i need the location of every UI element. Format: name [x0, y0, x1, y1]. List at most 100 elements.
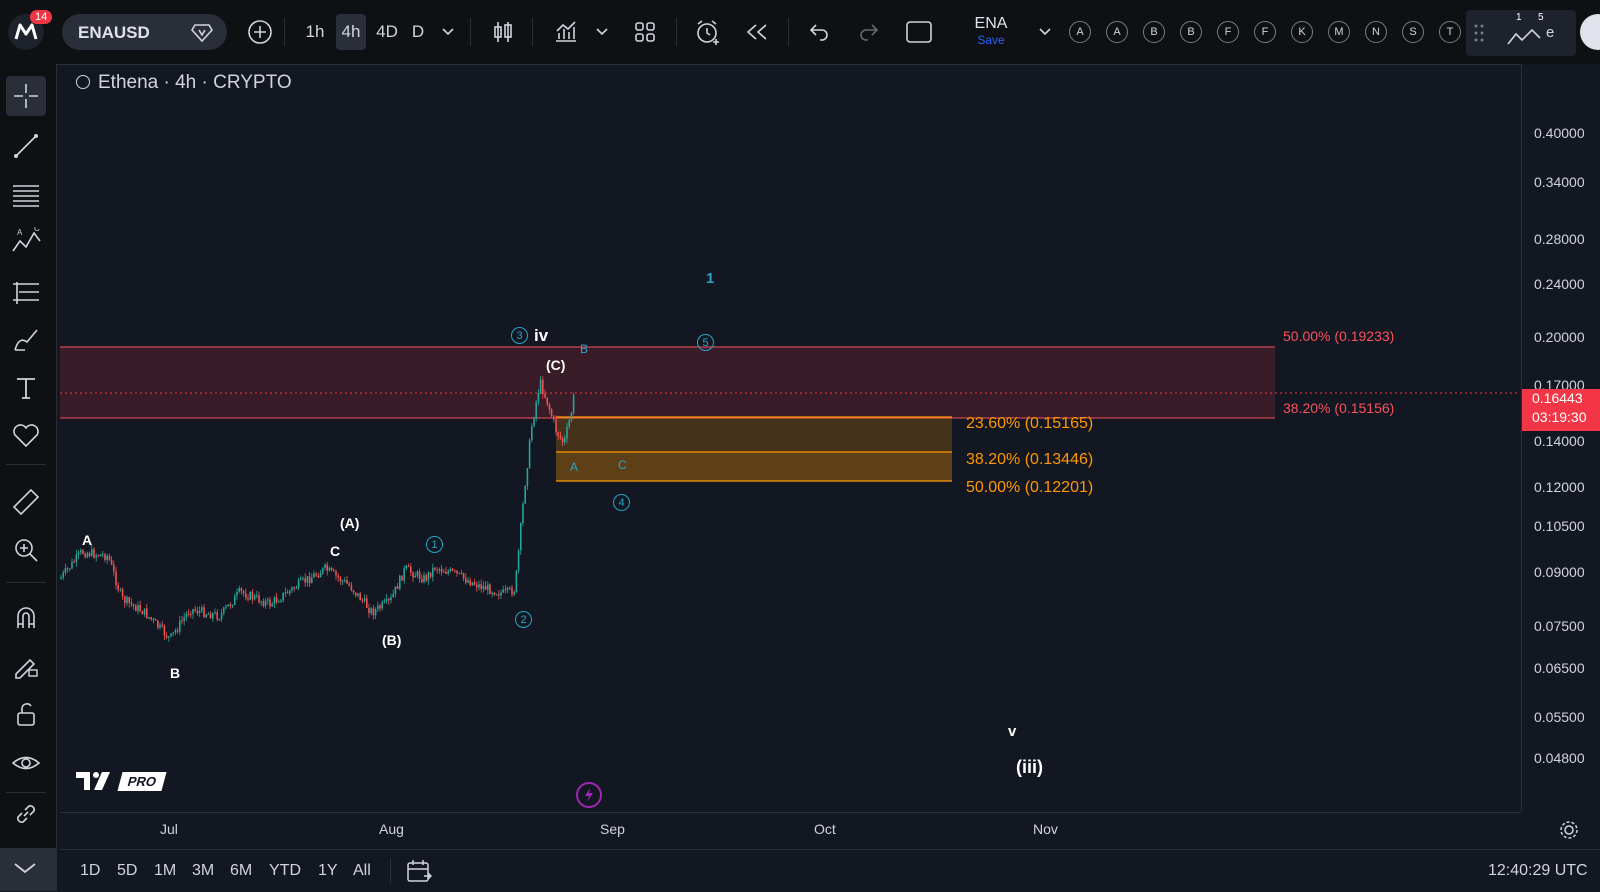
range-6m[interactable]: 6M [230, 862, 252, 880]
candle-body [561, 437, 564, 443]
candle-body [161, 624, 163, 626]
alert-button[interactable] [690, 14, 726, 50]
unlock-icon [17, 703, 35, 726]
alert-circle-m[interactable]: M [1328, 21, 1350, 43]
alert-circle-n[interactable]: N [1365, 21, 1387, 43]
alert-circle-f1[interactable]: F [1217, 21, 1239, 43]
drag-handle-icon [1474, 24, 1484, 42]
fib-tool[interactable] [6, 174, 46, 214]
candle-body [181, 620, 183, 622]
utc-clock[interactable]: 12:40:29 UTC [1488, 862, 1588, 880]
timeframe-4d[interactable]: 4D [372, 14, 402, 50]
timeframe-1h[interactable]: 1h [298, 14, 332, 50]
brush-tool[interactable] [6, 320, 46, 360]
goto-date-button[interactable] [406, 859, 433, 888]
candle-body [317, 575, 320, 578]
range-all[interactable]: All [353, 862, 371, 880]
event-lightning-icon[interactable] [576, 782, 602, 808]
collapse-toolbar[interactable] [0, 848, 56, 891]
layout-save[interactable]: ENA Save [966, 15, 1016, 47]
candle-body [306, 576, 309, 583]
pattern-tool[interactable]: AC [6, 222, 46, 262]
indicators-button[interactable] [548, 14, 584, 50]
candle-body [557, 432, 559, 436]
timeframe-4h[interactable]: 4h [336, 14, 366, 50]
candle-body [174, 630, 177, 633]
candle-body [372, 608, 375, 616]
plus-circle-icon [248, 20, 272, 44]
candle-body [108, 555, 111, 560]
alert-circle-s[interactable]: S [1402, 21, 1424, 43]
redo-button[interactable] [852, 14, 886, 50]
candle-body [293, 587, 295, 589]
candle-body [119, 589, 122, 591]
chart-legend[interactable]: Ethena · 4h · CRYPTO [76, 72, 292, 94]
undo-button[interactable] [802, 14, 836, 50]
candle-body [223, 607, 225, 614]
symbol-search[interactable]: ENAUSD [62, 14, 227, 50]
candle-body [370, 608, 372, 614]
range-1d[interactable]: 1D [80, 862, 100, 880]
range-1m[interactable]: 1M [154, 862, 176, 880]
link-tool[interactable] [6, 794, 46, 834]
timeframe-d[interactable]: D [406, 14, 430, 50]
candle-body [196, 610, 199, 614]
alert-circle-k[interactable]: K [1291, 21, 1313, 43]
candle-body [531, 426, 533, 441]
chevron-down-icon [14, 863, 36, 874]
timeframe-dropdown[interactable] [436, 14, 460, 50]
measure-tool[interactable] [6, 482, 46, 522]
fullscreen-button[interactable] [902, 14, 936, 50]
candle-body [482, 586, 485, 589]
chart-settings-button[interactable] [1558, 819, 1580, 846]
alert-circle-a2[interactable]: A [1106, 21, 1128, 43]
profile-avatar[interactable] [1580, 14, 1600, 50]
lock-tool[interactable] [6, 694, 46, 734]
candle-body [572, 395, 575, 413]
chart-type-button[interactable] [486, 14, 520, 50]
indicators-dropdown[interactable] [590, 14, 614, 50]
alert-circle-b1[interactable]: B [1143, 21, 1165, 43]
candle-body [550, 409, 553, 417]
time-axis[interactable]: Jul Aug Sep Oct Nov [60, 812, 1578, 849]
save-label[interactable]: Save [966, 33, 1016, 47]
magnet-tool[interactable] [6, 598, 46, 638]
candle-body [432, 567, 434, 577]
candle-body [80, 550, 82, 553]
layout-dropdown[interactable] [1034, 14, 1056, 50]
candle-body [357, 593, 359, 596]
alert-circle-a1[interactable]: A [1069, 21, 1091, 43]
candle-body [524, 486, 526, 504]
drawing-mode-tool[interactable] [6, 646, 46, 686]
text-tool[interactable] [6, 368, 46, 408]
candle-body [201, 607, 203, 611]
layout-button[interactable] [628, 14, 662, 50]
range-ytd[interactable]: YTD [269, 862, 301, 880]
range-5d[interactable]: 5D [117, 862, 137, 880]
alert-circle-f2[interactable]: F [1254, 21, 1276, 43]
candle-body [231, 604, 234, 606]
alert-circle-t[interactable]: T [1439, 21, 1461, 43]
crosshair-tool[interactable] [6, 76, 46, 116]
trendline-tool[interactable] [6, 126, 46, 166]
fib-lower-label-382: 38.20% (0.13446) [966, 451, 1094, 468]
price-chart[interactable] [60, 64, 1520, 812]
zoom-tool[interactable] [6, 530, 46, 570]
diamond-icon[interactable] [190, 21, 214, 48]
icons-tool[interactable] [6, 416, 46, 456]
pattern-icon: AC [12, 227, 41, 252]
chevron-down-icon [1039, 28, 1051, 36]
add-symbol-button[interactable] [242, 14, 278, 50]
forecast-tool[interactable] [6, 272, 46, 312]
replay-button[interactable] [740, 14, 774, 50]
bottom-toolbar: 1D 5D 1M 3M 6M YTD 1Y All 12:40:29 UTC [60, 849, 1600, 892]
elliott-wave-icon[interactable] [1506, 26, 1542, 48]
candle-body [278, 601, 280, 603]
range-1y[interactable]: 1Y [318, 862, 338, 880]
alert-circle-b2[interactable]: B [1180, 21, 1202, 43]
fib-lower-label-50: 50.00% (0.12201) [966, 479, 1094, 496]
visibility-tool[interactable] [6, 744, 46, 784]
range-3m[interactable]: 3M [192, 862, 214, 880]
price-scale[interactable]: 0.40000 0.34000 0.28000 0.24000 0.20000 … [1521, 64, 1600, 812]
candle-body [361, 600, 364, 602]
